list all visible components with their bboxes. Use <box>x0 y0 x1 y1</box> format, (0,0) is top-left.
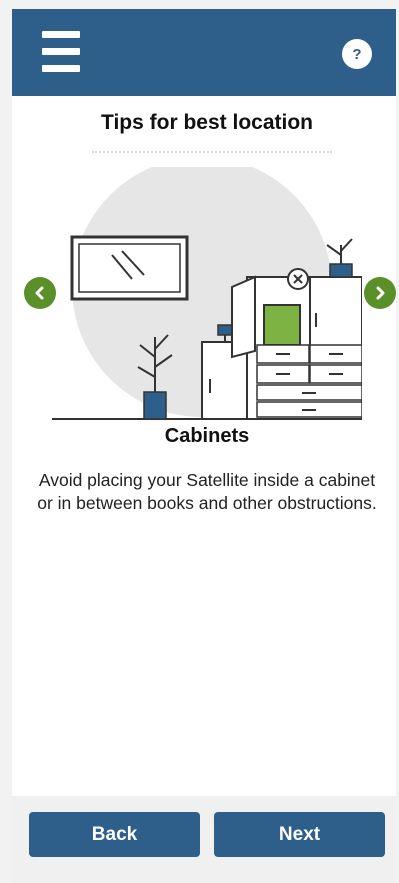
top-bar: ? <box>12 9 396 96</box>
app-frame: ? Tips for best location Cabinets Avoid … <box>12 9 396 883</box>
tip-title: Cabinets <box>164 425 250 447</box>
footer-bar: Back Next <box>12 796 396 883</box>
next-button[interactable]: Next <box>214 812 385 857</box>
help-button[interactable]: ? <box>342 39 372 69</box>
tip-description: Avoid placing your Satellite inside a ca… <box>37 470 377 513</box>
page-indicator <box>92 151 332 155</box>
hamburger-menu-icon[interactable] <box>42 31 80 73</box>
chevron-left-icon <box>35 286 44 300</box>
chevron-right-icon <box>376 286 385 300</box>
cabinet-illustration <box>52 167 362 420</box>
back-button[interactable]: Back <box>29 812 200 857</box>
next-tip-button[interactable] <box>364 277 396 309</box>
page-title: Tips for best location <box>101 111 313 134</box>
